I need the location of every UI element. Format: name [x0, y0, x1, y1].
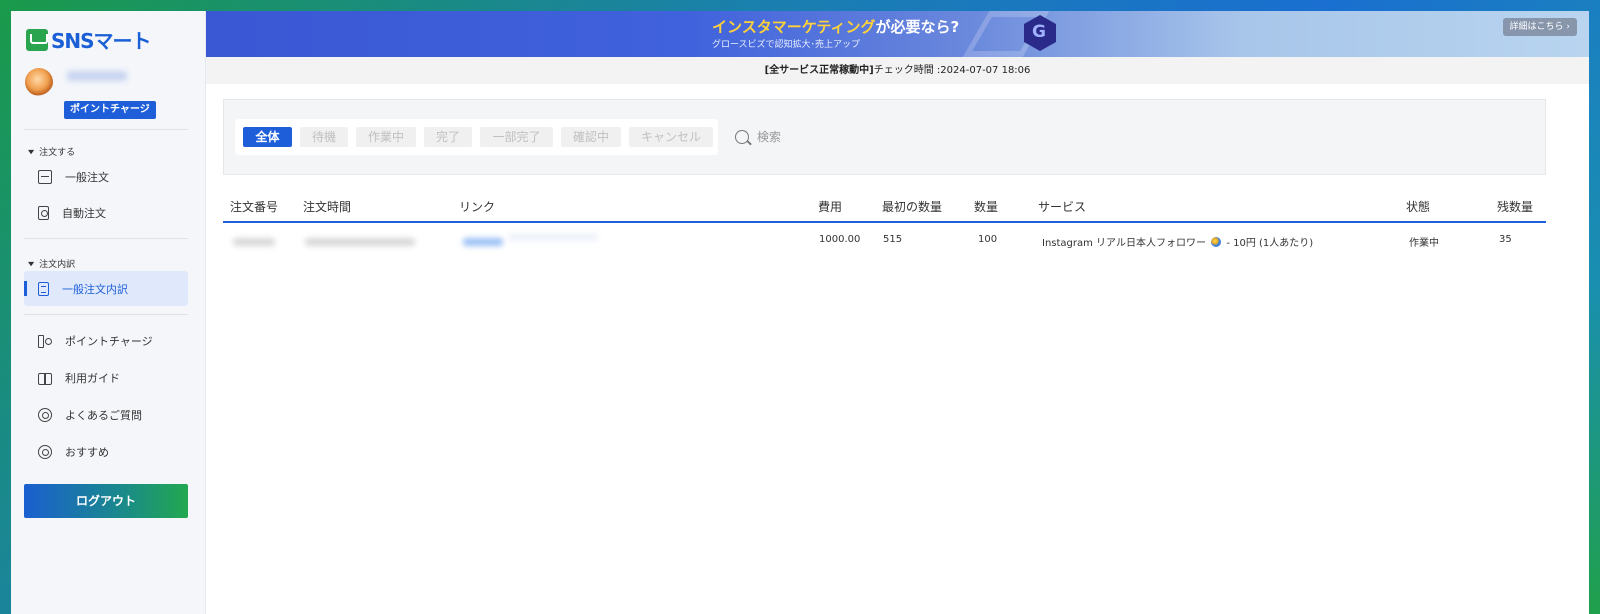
point-charge-badge[interactable]: ポイントチャージ [64, 101, 156, 119]
sidebar-item-label: よくあるご質問 [65, 408, 142, 422]
banner-details-button[interactable]: 詳細はこちら › [1502, 18, 1577, 36]
table-row[interactable]: 1000.00 515 100 Instagram リアル日本人フォロワー - … [223, 229, 1546, 257]
sidebar-item-label: 自動注文 [62, 206, 106, 220]
banner-title-rest: が必要なら? [875, 18, 960, 36]
sidebar-item-general-order[interactable]: 一般注文 [24, 159, 188, 194]
col-qty[interactable]: 数量 [974, 198, 998, 215]
cell-initial-qty: 515 [883, 234, 903, 245]
banner-subtitle: グロースビズで認知拡大･売上アップ [712, 40, 861, 50]
sidebar-item-label: 利用ガイド [65, 371, 120, 385]
banner-title-highlight: インスタマーケティング [712, 18, 876, 36]
chevron-down-icon: ▼ [28, 260, 35, 267]
order-history-icon [38, 281, 49, 296]
sidebar-item-guide[interactable]: 利用ガイド [24, 360, 188, 395]
sidebar-item-label: おすすめ [65, 445, 109, 459]
logo-text: SNSマート [51, 29, 152, 53]
cell-cost: 1000.00 [819, 234, 861, 245]
tab-completed[interactable]: 完了 [424, 127, 472, 147]
avatar[interactable] [25, 68, 53, 96]
col-order-time[interactable]: 注文時間 [303, 198, 351, 215]
sidebar-item-label: 一般注文内訳 [62, 282, 128, 296]
service-status-bar: [全サービス正常稼動中]チェック時間 :2024-07-07 18:06 [206, 57, 1589, 84]
col-order-number[interactable]: 注文番号 [230, 198, 278, 215]
col-cost[interactable]: 費用 [818, 198, 842, 215]
col-remaining[interactable]: 残数量 [1497, 198, 1533, 215]
sidebar-item-label: 一般注文 [65, 170, 109, 184]
sidebar-item-faq[interactable]: よくあるご質問 [24, 397, 188, 432]
app-window: SNSマート ポイントチャージ ▼ 注文する 一般注文 自動注文 ▼ 注文内訳 … [11, 11, 1589, 614]
globe-icon [1211, 237, 1222, 247]
logo[interactable]: SNSマート [26, 25, 152, 54]
service-price: - 10円 (1人あたり) [1226, 238, 1314, 249]
status-label: [全サービス正常稼動中] [764, 65, 874, 76]
orders-table-header: 注文番号 注文時間 リンク 費用 最初の数量 数量 サービス 状態 残数量 [223, 195, 1546, 223]
status-tabs: 全体 待機 作業中 完了 一部完了 確認中 キャンセル [235, 119, 718, 155]
section-order-label: 注文する [39, 148, 76, 158]
banner-title: インスタマーケティングが必要なら? [712, 16, 959, 37]
col-link[interactable]: リンク [459, 198, 495, 215]
recommend-icon [38, 444, 52, 459]
cell-qty: 100 [978, 234, 998, 245]
order-number-redacted [233, 238, 275, 246]
user-name-redacted [67, 71, 127, 81]
wallet-icon [38, 334, 52, 348]
divider [24, 314, 188, 315]
promo-banner[interactable]: インスタマーケティングが必要なら? グロースビズで認知拡大･売上アップ 詳細はこ… [206, 11, 1589, 57]
faq-icon [38, 407, 52, 422]
sidebar-item-order-history[interactable]: 一般注文内訳 [24, 271, 188, 306]
cell-remaining: 35 [1499, 234, 1512, 245]
logout-button[interactable]: ログアウト [24, 484, 188, 518]
tab-in-progress[interactable]: 作業中 [356, 127, 416, 147]
col-initial-qty[interactable]: 最初の数量 [882, 198, 942, 215]
section-order[interactable]: ▼ 注文する [28, 145, 75, 158]
auto-order-icon [38, 205, 49, 220]
tab-cancel[interactable]: キャンセル [629, 127, 713, 147]
sidebar-item-point-charge[interactable]: ポイントチャージ [24, 323, 188, 358]
link-redacted[interactable] [463, 238, 503, 246]
tab-all[interactable]: 全体 [243, 127, 292, 147]
book-icon [38, 371, 52, 385]
link-redacted-trail [508, 233, 598, 241]
tab-waiting[interactable]: 待機 [300, 127, 348, 147]
general-order-icon [38, 169, 52, 184]
status-check-time: チェック時間 :2024-07-07 18:06 [873, 65, 1031, 76]
divider [24, 238, 188, 239]
main-content: インスタマーケティングが必要なら? グロースビズで認知拡大･売上アップ 詳細はこ… [206, 11, 1589, 614]
sidebar-item-label: ポイントチャージ [65, 334, 153, 348]
filter-panel: 全体 待機 作業中 完了 一部完了 確認中 キャンセル 検索 [223, 99, 1546, 175]
section-history-label: 注文内訳 [39, 260, 76, 270]
cart-logo-icon [26, 28, 48, 51]
cell-service: Instagram リアル日本人フォロワー - 10円 (1人あたり) [1042, 234, 1313, 249]
col-status[interactable]: 状態 [1406, 198, 1430, 215]
tab-checking[interactable]: 確認中 [561, 127, 621, 147]
col-service[interactable]: サービス [1038, 198, 1086, 215]
cell-status: 作業中 [1409, 238, 1439, 249]
sidebar-item-recommend[interactable]: おすすめ [24, 434, 188, 469]
search-icon [735, 129, 749, 144]
order-time-redacted [305, 238, 415, 246]
service-name: Instagram リアル日本人フォロワー [1042, 238, 1206, 249]
sidebar-item-auto-order[interactable]: 自動注文 [24, 195, 188, 230]
search-control[interactable]: 検索 [735, 128, 781, 145]
search-label: 検索 [757, 130, 782, 144]
section-history[interactable]: ▼ 注文内訳 [28, 257, 75, 270]
chevron-down-icon: ▼ [28, 148, 35, 155]
divider [24, 129, 188, 130]
sidebar: SNSマート ポイントチャージ ▼ 注文する 一般注文 自動注文 ▼ 注文内訳 … [11, 11, 206, 614]
tab-partial[interactable]: 一部完了 [480, 127, 553, 147]
